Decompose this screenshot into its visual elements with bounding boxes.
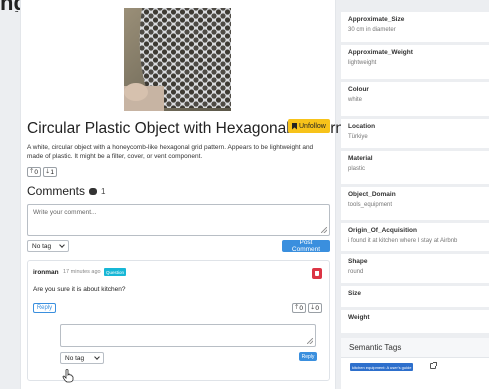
semantic-tags-body: kitchen equipment: A user's guide <box>341 358 489 389</box>
comment-upvote-button[interactable]: 🡑 0 <box>292 303 307 313</box>
downvote-button[interactable]: 🡓 1 <box>43 167 58 177</box>
trash-icon <box>315 271 319 276</box>
attribute-label: Approximate_Weight <box>348 49 413 56</box>
attribute-label: Origin_Of_Acquisition <box>348 227 417 234</box>
chevron-down-icon <box>94 354 100 360</box>
unfollow-label: Unfollow <box>299 122 326 130</box>
downvote-count: 1 <box>50 168 55 176</box>
attribute-weight: Weight <box>341 310 489 333</box>
attribute-material: Material plastic <box>341 151 489 184</box>
reply-input[interactable] <box>60 324 316 347</box>
main-panel: Circular Plastic Object with Hexagonal P… <box>20 0 344 389</box>
object-votes: 🡑 0 🡓 1 <box>27 167 58 177</box>
post-comment-button[interactable]: Post Comment <box>282 239 330 253</box>
attribute-colour: Colour white <box>341 82 489 116</box>
comment-input[interactable]: Write your comment... <box>27 204 330 236</box>
attribute-value: plastic <box>348 166 366 172</box>
reply-tag-value: No tag <box>65 354 85 362</box>
delete-comment-button[interactable] <box>312 268 322 279</box>
attribute-approximate-size: Approximate_Size 30 cm in diameter <box>341 12 489 42</box>
attribute-value: tools_equipment <box>348 202 393 208</box>
external-link-icon[interactable] <box>430 362 437 369</box>
reply-submit-button[interactable]: Reply <box>299 352 317 361</box>
unfollow-button[interactable]: Unfollow <box>288 119 330 133</box>
comment-tag-select[interactable]: No tag <box>27 240 69 252</box>
comment-author[interactable]: ironman <box>33 269 59 276</box>
attribute-label: Material <box>348 155 373 162</box>
arrow-down-icon: 🡓 <box>46 167 50 175</box>
semantic-tags-heading: Semantic Tags <box>341 338 489 358</box>
attribute-shape: Shape round <box>341 254 489 283</box>
attribute-value: white <box>348 97 363 103</box>
attribute-approximate-weight: Approximate_Weight lightweight <box>341 45 489 79</box>
attribute-origin-of-acquisition: Origin_Of_Acquisition i found it at kitc… <box>341 223 489 251</box>
attribute-value: lightweight <box>348 60 377 66</box>
comment-badge: Question <box>104 268 127 276</box>
object-description: A white, circular object with a honeycom… <box>27 144 314 160</box>
reply-toggle-button[interactable]: Reply <box>33 303 56 313</box>
comment-text: Are you sure it is about kitchen? <box>33 286 126 293</box>
comment-bubble-icon <box>89 187 98 195</box>
upvote-button[interactable]: 🡑 0 <box>27 167 42 177</box>
attribute-label: Approximate_Size <box>348 16 405 23</box>
resize-handle-icon[interactable] <box>321 227 327 233</box>
reply-tag-select[interactable]: No tag <box>60 352 104 364</box>
comment-tag-value: No tag <box>32 242 52 250</box>
comment-votes: 🡑 0 🡓 0 <box>292 303 323 313</box>
attributes-panel: Approximate_Size 30 cm in diameter Appro… <box>341 0 489 389</box>
chevron-down-icon <box>59 242 65 248</box>
attribute-object-domain: Object_Domain tools_equipment <box>341 187 489 220</box>
attribute-label: Shape <box>348 258 368 265</box>
arrow-up-icon: 🡑 <box>295 303 299 311</box>
attribute-value: i found it at kitchen where I stay at Ai… <box>348 238 458 244</box>
resize-handle-icon[interactable] <box>307 338 313 344</box>
attribute-label: Object_Domain <box>348 191 396 198</box>
comment-downvote-count: 0 <box>315 304 320 312</box>
attribute-value: 30 cm in diameter <box>348 27 396 33</box>
comment-input-placeholder: Write your comment... <box>33 209 97 216</box>
comment-time: 17 minutes ago <box>63 269 101 275</box>
hexagon-grid-photo <box>124 8 231 111</box>
arrow-down-icon: 🡓 <box>311 303 315 311</box>
comment-upvote-count: 0 <box>299 304 304 312</box>
comment-count: 1 <box>101 186 106 196</box>
attribute-label: Size <box>348 290 362 297</box>
attribute-label: Location <box>348 123 376 130</box>
attribute-value: Türkiye <box>348 134 368 140</box>
object-photo <box>124 8 231 111</box>
attribute-size: Size <box>341 286 489 307</box>
bookmark-icon <box>292 122 297 130</box>
comment-card: ironman 17 minutes ago Question Are you … <box>27 260 330 381</box>
upvote-count: 0 <box>34 168 39 176</box>
comments-heading: Comments 1 <box>27 184 105 198</box>
semantic-tag[interactable]: kitchen equipment: A user's guide <box>350 363 414 371</box>
arrow-up-icon: 🡑 <box>30 167 34 175</box>
comment-downvote-button[interactable]: 🡓 0 <box>308 303 323 313</box>
attribute-location: Location Türkiye <box>341 119 489 148</box>
hand-cursor-icon <box>62 369 74 383</box>
attribute-label: Weight <box>348 314 370 321</box>
comments-title: Comments <box>27 184 86 198</box>
attribute-value: round <box>348 269 364 275</box>
attribute-label: Colour <box>348 86 369 93</box>
